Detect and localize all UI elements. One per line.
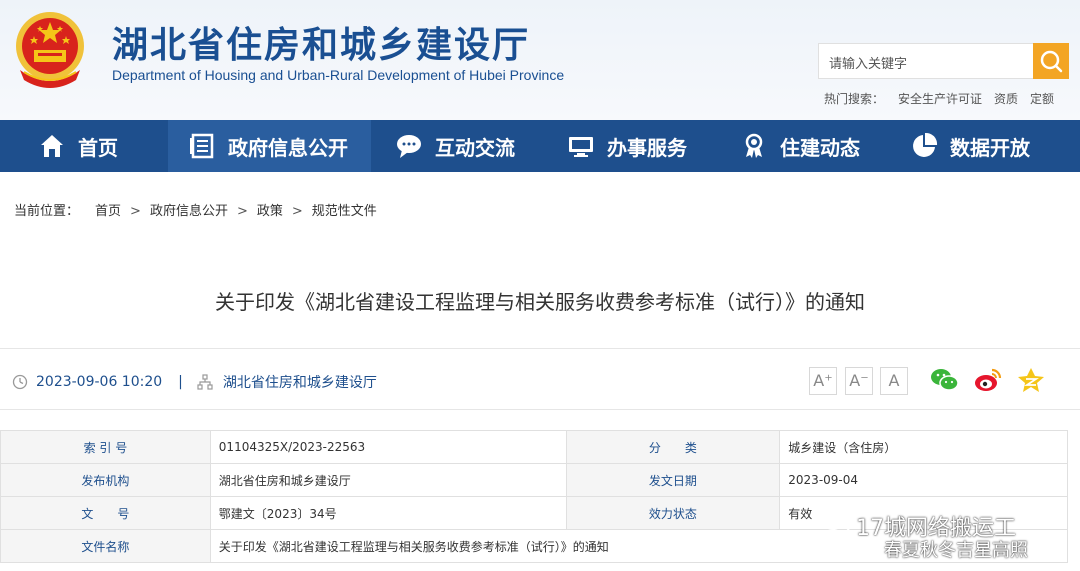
nav-item-label: 互动交流 (435, 135, 515, 160)
breadcrumb-label: 当前位置： (14, 204, 80, 219)
breadcrumb-separator: > (130, 204, 141, 219)
info-label: 发文日期 (565, 463, 781, 497)
info-value: 鄂建文〔2023〕34号 (209, 496, 567, 530)
publisher-name: 湖北省住房和城乡建设厅 (222, 375, 377, 391)
watermark-subtitle: 春夏秋冬吉星高照 (884, 540, 1028, 561)
nav-item-label: 首页 (78, 135, 118, 160)
search-icon (1040, 50, 1063, 73)
hot-search-link[interactable]: 资质 (994, 92, 1018, 106)
national-emblem-icon (16, 12, 84, 88)
font-default-button[interactable]: A (880, 367, 908, 395)
nav-item-interaction[interactable]: 互动交流 (395, 120, 515, 172)
breadcrumb-link[interactable]: 首页 (95, 204, 121, 219)
info-value: 01104325X/2023-22563 (209, 430, 567, 464)
home-icon (41, 135, 63, 157)
site-subtitle: Department of Housing and Urban-Rural De… (112, 67, 565, 83)
hot-search-link[interactable]: 安全生产许可证 (898, 92, 982, 106)
monitor-icon (569, 137, 593, 157)
hot-search-bar: 热门搜索： 安全生产许可证 资质 定额 (824, 90, 1066, 107)
breadcrumb-link[interactable]: 规范性文件 (312, 204, 377, 219)
nav-item-label: 政府信息公开 (228, 135, 348, 160)
search-input[interactable]: 请输入关键字 (818, 43, 1034, 79)
article-meta-info: 2023-09-06 10:20 | 湖北省住房和城乡建设厅 (12, 372, 377, 392)
nav-item-gov-info[interactable]: 政府信息公开 (168, 120, 371, 172)
table-row: 索 引 号 01104325X/2023-22563 分 类 城乡建设（含住房） (0, 430, 1068, 464)
document-list-icon (190, 133, 214, 159)
nav-item-label: 数据开放 (950, 135, 1030, 160)
clock-icon (12, 374, 28, 390)
site-title: 湖北省住房和城乡建设厅 (112, 24, 531, 66)
article-title: 关于印发《湖北省建设工程监理与相关服务收费参考标准（试行）》的通知 (215, 290, 865, 314)
pie-chart-icon (913, 132, 938, 157)
award-icon (745, 133, 763, 158)
nav-item-home[interactable]: 首页 (38, 120, 118, 172)
info-value: 城乡建设（含住房） (779, 430, 1068, 464)
info-label: 发布机构 (0, 463, 211, 497)
nav-item-services[interactable]: 办事服务 (567, 120, 687, 172)
breadcrumb: 当前位置： 首页 > 政府信息公开 > 政策 > 规范性文件 (14, 200, 377, 219)
search-button[interactable] (1033, 43, 1069, 79)
info-label: 文件名称 (0, 529, 211, 563)
wechat-icon[interactable] (930, 366, 960, 394)
organization-icon (197, 374, 213, 390)
meta-separator: | (178, 374, 183, 390)
info-label: 效力状态 (565, 496, 781, 530)
font-increase-button[interactable]: A⁺ (809, 367, 837, 395)
nav-item-news[interactable]: 住建动态 (740, 120, 860, 172)
article-meta-bar: 2023-09-06 10:20 | 湖北省住房和城乡建设厅 A⁺ A⁻ A (0, 348, 1080, 410)
weibo-icon[interactable] (973, 366, 1003, 394)
nav-item-label: 办事服务 (607, 135, 687, 160)
info-value: 湖北省住房和城乡建设厅 (209, 463, 567, 497)
publish-datetime: 2023-09-06 10:20 (36, 374, 163, 390)
nav-item-label: 住建动态 (780, 135, 860, 160)
chat-bubble-icon (397, 135, 421, 158)
main-nav: 首页 政府信息公开 互动交流 办事服务 住建动态 数据开放 (0, 120, 1080, 172)
hot-search-link[interactable]: 定额 (1030, 92, 1054, 106)
qzone-icon[interactable] (1016, 366, 1046, 394)
watermark: 17城网络搬运工 春夏秋冬吉星高照 (818, 510, 1080, 571)
wechat-official-icon (823, 514, 850, 534)
font-decrease-button[interactable]: A⁻ (845, 367, 873, 395)
info-value: 2023-09-04 (779, 463, 1068, 497)
breadcrumb-separator: > (291, 204, 303, 219)
breadcrumb-link[interactable]: 政府信息公开 (150, 204, 228, 219)
hot-search-label: 热门搜索： (824, 92, 885, 106)
info-label: 文 号 (0, 496, 211, 530)
breadcrumb-link[interactable]: 政策 (257, 204, 283, 219)
site-header: 湖北省住房和城乡建设厅 Department of Housing and Ur… (0, 0, 1080, 120)
info-label: 索 引 号 (0, 430, 211, 464)
info-label: 分 类 (565, 430, 781, 464)
nav-item-open-data[interactable]: 数据开放 (910, 120, 1030, 172)
breadcrumb-separator: > (236, 204, 248, 219)
table-row: 发布机构 湖北省住房和城乡建设厅 发文日期 2023-09-04 (0, 463, 1068, 497)
